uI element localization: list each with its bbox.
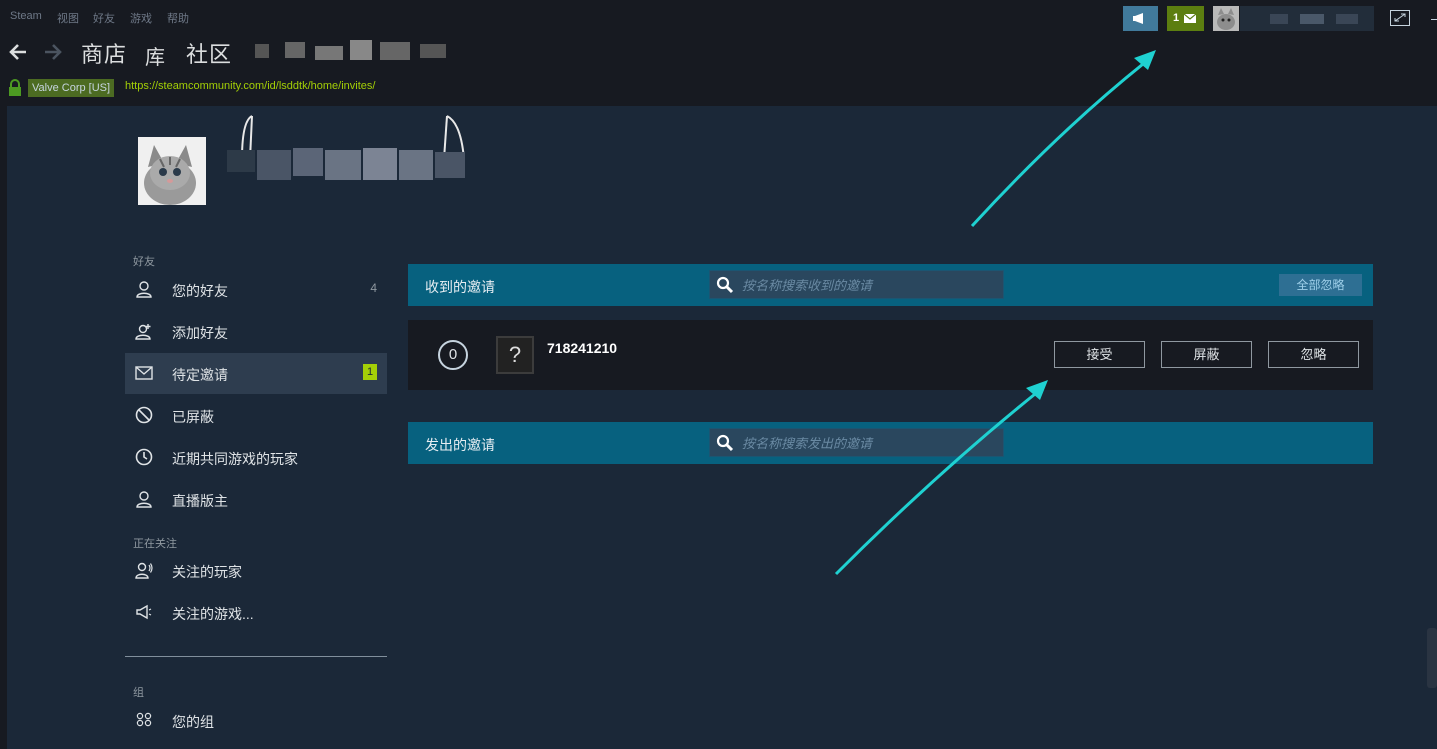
block-button[interactable]: 屏蔽: [1161, 341, 1252, 368]
steam-level-badge: 0: [438, 340, 468, 370]
profile-name-pixelated: [227, 115, 477, 186]
received-search-input[interactable]: [740, 271, 999, 300]
kitten-avatar-image: [138, 137, 206, 205]
sidebar-item-label: 您的好友: [172, 283, 228, 299]
nav-username-pixelated[interactable]: [255, 38, 450, 66]
moderator-icon: [136, 491, 152, 508]
notification-count: 1: [1173, 12, 1180, 24]
received-invites-title: 收到的邀请: [425, 279, 495, 295]
profile-avatar[interactable]: [138, 137, 206, 205]
sent-search-box[interactable]: [709, 428, 1004, 458]
announcement-button[interactable]: [1123, 6, 1158, 31]
notifications-button[interactable]: 1: [1167, 6, 1204, 31]
url-text[interactable]: https://steamcommunity.com/id/lsddtk/hom…: [125, 80, 375, 92]
sidebar-item-label: 近期共同游戏的玩家: [172, 451, 298, 467]
sidebar-item-your-groups[interactable]: 您的组: [125, 700, 387, 741]
menu-bar: Steam 视图 好友 游戏 帮助 1: [0, 0, 1437, 32]
sidebar-item-label: 添加好友: [172, 325, 228, 341]
friends-count: 4: [370, 281, 377, 295]
minimize-icon[interactable]: [1431, 19, 1437, 20]
user-avatar[interactable]: [1213, 6, 1239, 31]
nav-library[interactable]: 库: [145, 41, 166, 70]
followed-player-icon: [135, 562, 153, 579]
search-icon: [716, 434, 734, 452]
scrollbar[interactable]: [1427, 628, 1437, 688]
clock-icon: [135, 448, 153, 466]
ignore-button[interactable]: 忽略: [1268, 341, 1359, 368]
navigation-bar: 商店 库 社区: [0, 32, 1437, 74]
fullscreen-icon[interactable]: [1390, 10, 1410, 26]
menu-help[interactable]: 帮助: [167, 10, 189, 26]
megaphone-icon: [1133, 13, 1143, 24]
add-person-icon: [135, 324, 151, 340]
menu-friends[interactable]: 好友: [93, 10, 115, 26]
back-arrow-icon[interactable]: [8, 42, 28, 62]
received-search-box[interactable]: [709, 270, 1004, 300]
sidebar-item-recent-players[interactable]: 近期共同游戏的玩家: [125, 437, 387, 478]
ignore-all-button[interactable]: 全部忽略: [1279, 274, 1362, 296]
envelope-icon: [1184, 14, 1196, 23]
nav-store[interactable]: 商店: [81, 37, 127, 69]
sent-search-input[interactable]: [740, 429, 999, 458]
address-bar: Valve Corp [US] https://steamcommunity.c…: [0, 76, 1437, 100]
sidebar-divider: [125, 656, 387, 657]
sidebar-item-pending-invites[interactable]: 待定邀请 1: [125, 353, 387, 394]
person-icon: [136, 281, 152, 298]
sidebar-item-label: 关注的游戏...: [172, 606, 254, 622]
sidebar-item-label: 待定邀请: [172, 367, 228, 383]
sidebar-section-groups: 组: [133, 687, 144, 699]
invite-row: 0 ? 718241210 接受 屏蔽 忽略: [408, 320, 1373, 390]
menu-view[interactable]: 视图: [57, 10, 79, 26]
sidebar-item-add-friend[interactable]: 添加好友: [125, 311, 387, 352]
kitten-avatar-image: [1213, 6, 1239, 31]
sent-invites-header: 发出的邀请: [408, 422, 1373, 464]
nav-community[interactable]: 社区: [186, 37, 232, 69]
unknown-avatar[interactable]: ?: [496, 336, 534, 374]
received-invites-header: 收到的邀请 全部忽略: [408, 264, 1373, 306]
menu-steam[interactable]: Steam: [10, 10, 42, 22]
certificate-badge[interactable]: Valve Corp [US]: [28, 79, 115, 97]
menu-games[interactable]: 游戏: [130, 10, 152, 26]
sidebar-item-label: 已屏蔽: [172, 409, 214, 425]
megaphone-icon: [136, 604, 152, 620]
sidebar-item-label: 直播版主: [172, 493, 228, 509]
sidebar-section-friends: 好友: [133, 256, 155, 268]
sidebar-item-blocked[interactable]: 已屏蔽: [125, 395, 387, 436]
sidebar-item-followed-players[interactable]: 关注的玩家: [125, 550, 387, 591]
sidebar-item-your-friends[interactable]: 您的好友 4: [125, 269, 387, 310]
sidebar-section-following: 正在关注: [133, 538, 177, 550]
block-icon: [135, 406, 153, 424]
envelope-icon: [135, 366, 153, 380]
pending-count-badge: 1: [363, 364, 377, 380]
accept-button[interactable]: 接受: [1054, 341, 1145, 368]
sidebar-item-followed-games[interactable]: 关注的游戏...: [125, 592, 387, 633]
sidebar-item-label: 您的组: [172, 714, 214, 730]
username-pixelated[interactable]: [1240, 6, 1374, 31]
forward-arrow-icon[interactable]: [43, 42, 63, 62]
sidebar-item-broadcast-moderators[interactable]: 直播版主: [125, 479, 387, 520]
search-icon: [716, 276, 734, 294]
sidebar-item-label: 关注的玩家: [172, 564, 242, 580]
community-page: 好友 您的好友 4 添加好友 待定邀请 1 已屏蔽 近期共同游戏的玩家 直播版主…: [7, 106, 1437, 749]
sent-invites-title: 发出的邀请: [425, 437, 495, 453]
invite-sender-name[interactable]: 718241210: [547, 340, 617, 356]
lock-icon: [9, 79, 21, 96]
group-icon: [136, 712, 152, 727]
